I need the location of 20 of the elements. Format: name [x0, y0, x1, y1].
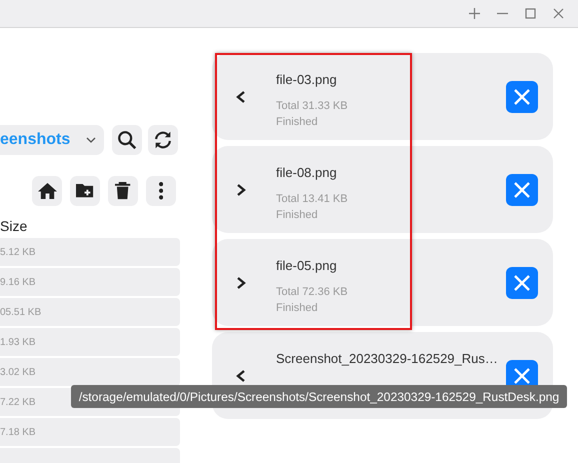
size-text: 5.12 KB: [0, 246, 36, 258]
size-text: 05.51 KB: [0, 306, 42, 318]
file-name: file-03.png: [276, 72, 338, 87]
size-text: 9.16 KB: [0, 276, 36, 288]
status-text: Finished: [276, 115, 319, 130]
file-name: Screenshot_20230329-162529_Rus…: [276, 351, 499, 366]
size-text: 7.22 KB: [0, 396, 36, 408]
tooltip-text: /storage/emulated/0/Pictures/Screenshots/Screenshot_20230329-162529_RustDesk.png: [78, 390, 560, 404]
size-text: 3.02 KB: [0, 366, 36, 378]
status-text: Finished: [276, 208, 319, 223]
file-name: file-08.png: [276, 165, 338, 180]
path-text: eenshots: [0, 131, 70, 149]
total-size-text: Total 72.36 KB: [276, 285, 349, 300]
status-text: Finished: [276, 301, 319, 316]
total-size-text: Total 31.33 KB: [276, 99, 349, 114]
size-text: 7.18 KB: [0, 426, 36, 438]
column-header: Size: [0, 218, 28, 234]
file-name: file-05.png: [276, 258, 338, 273]
total-size-text: Total 13.41 KB: [276, 192, 349, 207]
size-text: 1.93 KB: [0, 336, 36, 348]
